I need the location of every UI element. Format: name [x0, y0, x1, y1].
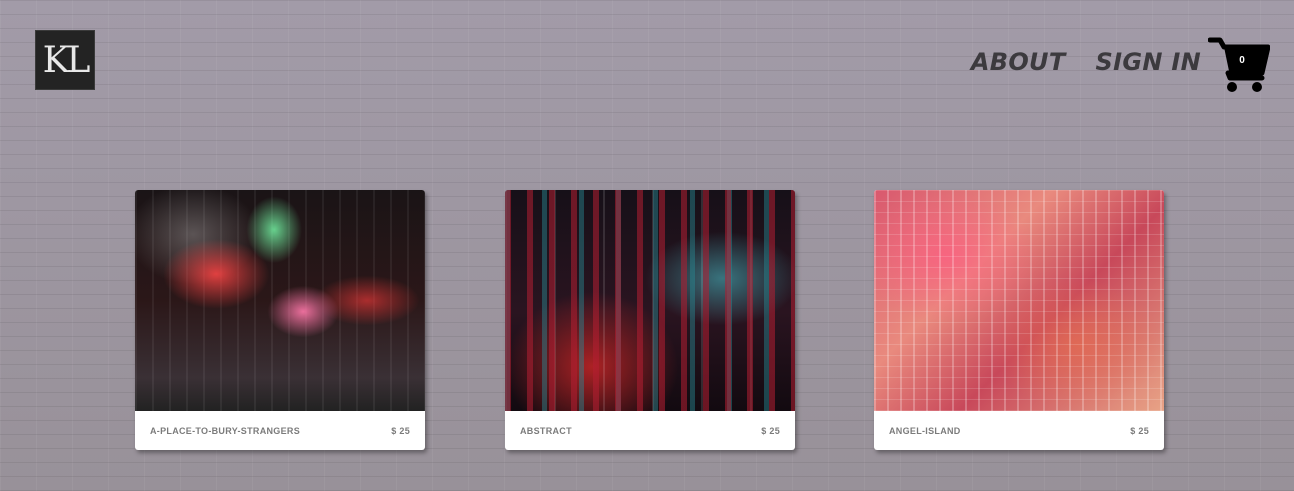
nav-link-sign-in[interactable]: SIGN IN [1096, 48, 1201, 76]
product-price: $ 25 [1130, 425, 1149, 436]
product-title: ABSTRACT [520, 425, 572, 436]
product-meta: ABSTRACT $ 25 [505, 411, 795, 450]
product-image [505, 190, 795, 411]
product-card[interactable]: A-PLACE-TO-BURY-STRANGERS $ 25 [135, 190, 425, 450]
product-image [135, 190, 425, 411]
product-meta: A-PLACE-TO-BURY-STRANGERS $ 25 [135, 411, 425, 450]
page: { "header": { "logo_text": "KL", "nav": … [0, 0, 1294, 491]
product-price: $ 25 [761, 425, 780, 436]
product-meta: ANGEL-ISLAND $ 25 [874, 411, 1164, 450]
nav-link-about[interactable]: ABOUT [971, 48, 1066, 76]
cart-count-badge: 0 [1239, 55, 1245, 66]
site-logo[interactable]: KL [35, 30, 95, 90]
product-card[interactable]: ABSTRACT $ 25 [505, 190, 795, 450]
product-card[interactable]: ANGEL-ISLAND $ 25 [874, 190, 1164, 450]
product-price: $ 25 [391, 425, 410, 436]
product-title: A-PLACE-TO-BURY-STRANGERS [150, 425, 301, 436]
main-nav: ABOUT SIGN IN [971, 48, 1201, 76]
cart-button[interactable]: 0 [1208, 37, 1270, 93]
product-title: ANGEL-ISLAND [889, 425, 961, 436]
product-image [874, 190, 1164, 411]
